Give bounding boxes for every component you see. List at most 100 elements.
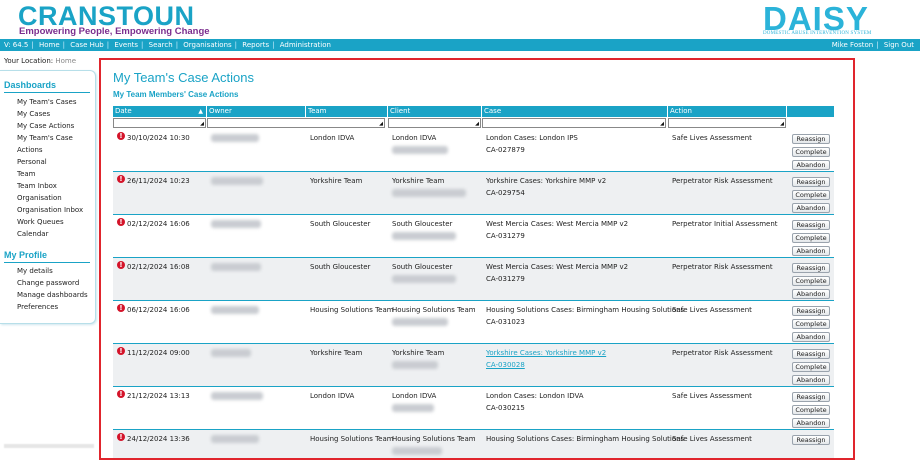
complete-button[interactable]: Complete [792,276,830,286]
reassign-button[interactable]: Reassign [792,435,830,445]
row-team: South Gloucester [310,220,371,228]
abandon-button[interactable]: Abandon [792,246,830,256]
complete-button[interactable]: Complete [792,233,830,243]
table-row: ! 02/12/2024 16:08 South Gloucester Sout… [113,258,834,301]
reassign-button[interactable]: Reassign [792,349,830,359]
exclamation-circle-icon: ! [117,261,125,269]
row-case[interactable]: Yorkshire Cases: Yorkshire MMP v2 CA-0300… [486,347,606,371]
row-case[interactable]: West Mercia Cases: West Mercia MMP v2 CA-… [486,261,628,285]
owner-redacted [211,263,261,271]
sidebar-item-my-case-actions[interactable]: My Case Actions [17,122,74,130]
complete-button[interactable]: Complete [792,147,830,157]
user-name[interactable]: Mike Foston [832,41,874,49]
sidebar-item-work-queues[interactable]: Work Queues [17,218,64,226]
filter-dropdown-icon[interactable]: ◢ [660,121,664,127]
filter-dropdown-icon[interactable]: ◢ [200,121,204,127]
date-filter-input[interactable]: ◢ [113,118,206,128]
row-case[interactable]: Yorkshire Cases: Yorkshire MMP v2 CA-0297… [486,175,606,199]
section-subtitle: My Team Members' Case Actions [113,90,239,99]
filter-dropdown-icon[interactable]: ◢ [379,121,383,127]
sidebar-item-calendar[interactable]: Calendar [17,230,48,238]
client-redacted [392,189,466,197]
sign-out-link[interactable]: Sign Out [884,41,914,49]
row-date: 26/11/2024 10:23 [127,177,190,185]
sidebar-item-my-teams-case[interactable]: My Team's Case [17,134,73,142]
nav-reports[interactable]: Reports [242,41,269,49]
owner-redacted [211,306,259,314]
sidebar-item-change-password[interactable]: Change password [17,279,79,287]
table-row: ! 11/12/2024 09:00 Yorkshire Team Yorksh… [113,344,834,387]
sidebar-item-organisation[interactable]: Organisation [17,194,62,202]
row-client: Yorkshire Team [392,177,445,185]
column-team[interactable]: Team [306,106,388,117]
row-case[interactable]: Housing Solutions Cases: Birmingham Hous… [486,304,684,328]
filter-dropdown-icon[interactable]: ◢ [475,121,479,127]
nav-administration[interactable]: Administration [280,41,331,49]
row-client: South Gloucester [392,220,453,228]
abandon-button[interactable]: Abandon [792,160,830,170]
row-case[interactable]: West Mercia Cases: West Mercia MMP v2 CA-… [486,218,628,242]
reassign-button[interactable]: Reassign [792,134,830,144]
breadcrumb: Your Location: Home [4,57,76,65]
sidebar-item-organisation-inbox[interactable]: Organisation Inbox [17,206,83,214]
row-date: 21/12/2024 13:13 [127,392,190,400]
reassign-button[interactable]: Reassign [792,392,830,402]
column-case[interactable]: Case [482,106,668,117]
filter-row: ◢ ◢ ◢ ◢ ◢ [113,118,834,128]
sidebar-item-personal[interactable]: Personal [17,158,47,166]
sidebar-item-my-details[interactable]: My details [17,267,53,275]
exclamation-circle-icon: ! [117,390,125,398]
sidebar-item-team-inbox[interactable]: Team Inbox [17,182,57,190]
reassign-button[interactable]: Reassign [792,263,830,273]
complete-button[interactable]: Complete [792,319,830,329]
table-row: ! 02/12/2024 16:06 South Gloucester Sout… [113,215,834,258]
action-filter-input[interactable]: ◢ [668,118,786,128]
complete-button[interactable]: Complete [792,405,830,415]
client-filter-input[interactable]: ◢ [388,118,481,128]
reassign-button[interactable]: Reassign [792,177,830,187]
row-case[interactable]: Housing Solutions Cases: Birmingham Hous… [486,433,684,445]
nav-organisations[interactable]: Organisations [183,41,231,49]
sidebar-item-preferences[interactable]: Preferences [17,303,58,311]
column-client[interactable]: Client [388,106,482,117]
case-ref-link[interactable]: CA-030028 [486,359,606,371]
nav-search[interactable]: Search [149,41,173,49]
row-client: Housing Solutions Team [392,435,476,443]
reassign-button[interactable]: Reassign [792,306,830,316]
column-owner[interactable]: Owner [207,106,306,117]
case-filter-input[interactable]: ◢ [482,118,666,128]
sidebar-item-my-teams-cases[interactable]: My Team's Cases [17,98,76,106]
row-case[interactable]: London Cases: London IDVA CA-030215 [486,390,584,414]
sidebar-item-manage-dashboards[interactable]: Manage dashboards [17,291,88,299]
case-link[interactable]: Yorkshire Cases: Yorkshire MMP v2 [486,347,606,359]
owner-team-filter-input[interactable]: ◢ [207,118,385,128]
complete-button[interactable]: Complete [792,362,830,372]
sidebar-item-actions[interactable]: Actions [17,146,43,154]
nav-case-hub[interactable]: Case Hub [70,41,104,49]
abandon-button[interactable]: Abandon [792,203,830,213]
cranstoun-tagline: Empowering People, Empowering Change [19,26,210,37]
reassign-button[interactable]: Reassign [792,220,830,230]
column-date[interactable]: Date ▲ [113,106,207,117]
location-home[interactable]: Home [55,57,76,65]
sort-arrow-icon[interactable]: ▲ [198,106,203,117]
abandon-button[interactable]: Abandon [792,375,830,385]
nav-events[interactable]: Events [114,41,138,49]
table-row: ! 30/10/2024 10:30 London IDVA London ID… [113,129,834,172]
exclamation-circle-icon: ! [117,304,125,312]
filter-dropdown-icon[interactable]: ◢ [780,121,784,127]
exclamation-circle-icon: ! [117,132,125,140]
exclamation-circle-icon: ! [117,433,125,441]
abandon-button[interactable]: Abandon [792,289,830,299]
sidebar-item-team[interactable]: Team [17,170,36,178]
row-team: London IDVA [310,392,355,400]
column-action[interactable]: Action [668,106,787,117]
nav-home[interactable]: Home [39,41,60,49]
exclamation-circle-icon: ! [117,347,125,355]
browser-status-bar [0,444,99,460]
abandon-button[interactable]: Abandon [792,418,830,428]
abandon-button[interactable]: Abandon [792,332,830,342]
complete-button[interactable]: Complete [792,190,830,200]
row-case[interactable]: London Cases: London IPS CA-027879 [486,132,578,156]
sidebar-item-my-cases[interactable]: My Cases [17,110,50,118]
